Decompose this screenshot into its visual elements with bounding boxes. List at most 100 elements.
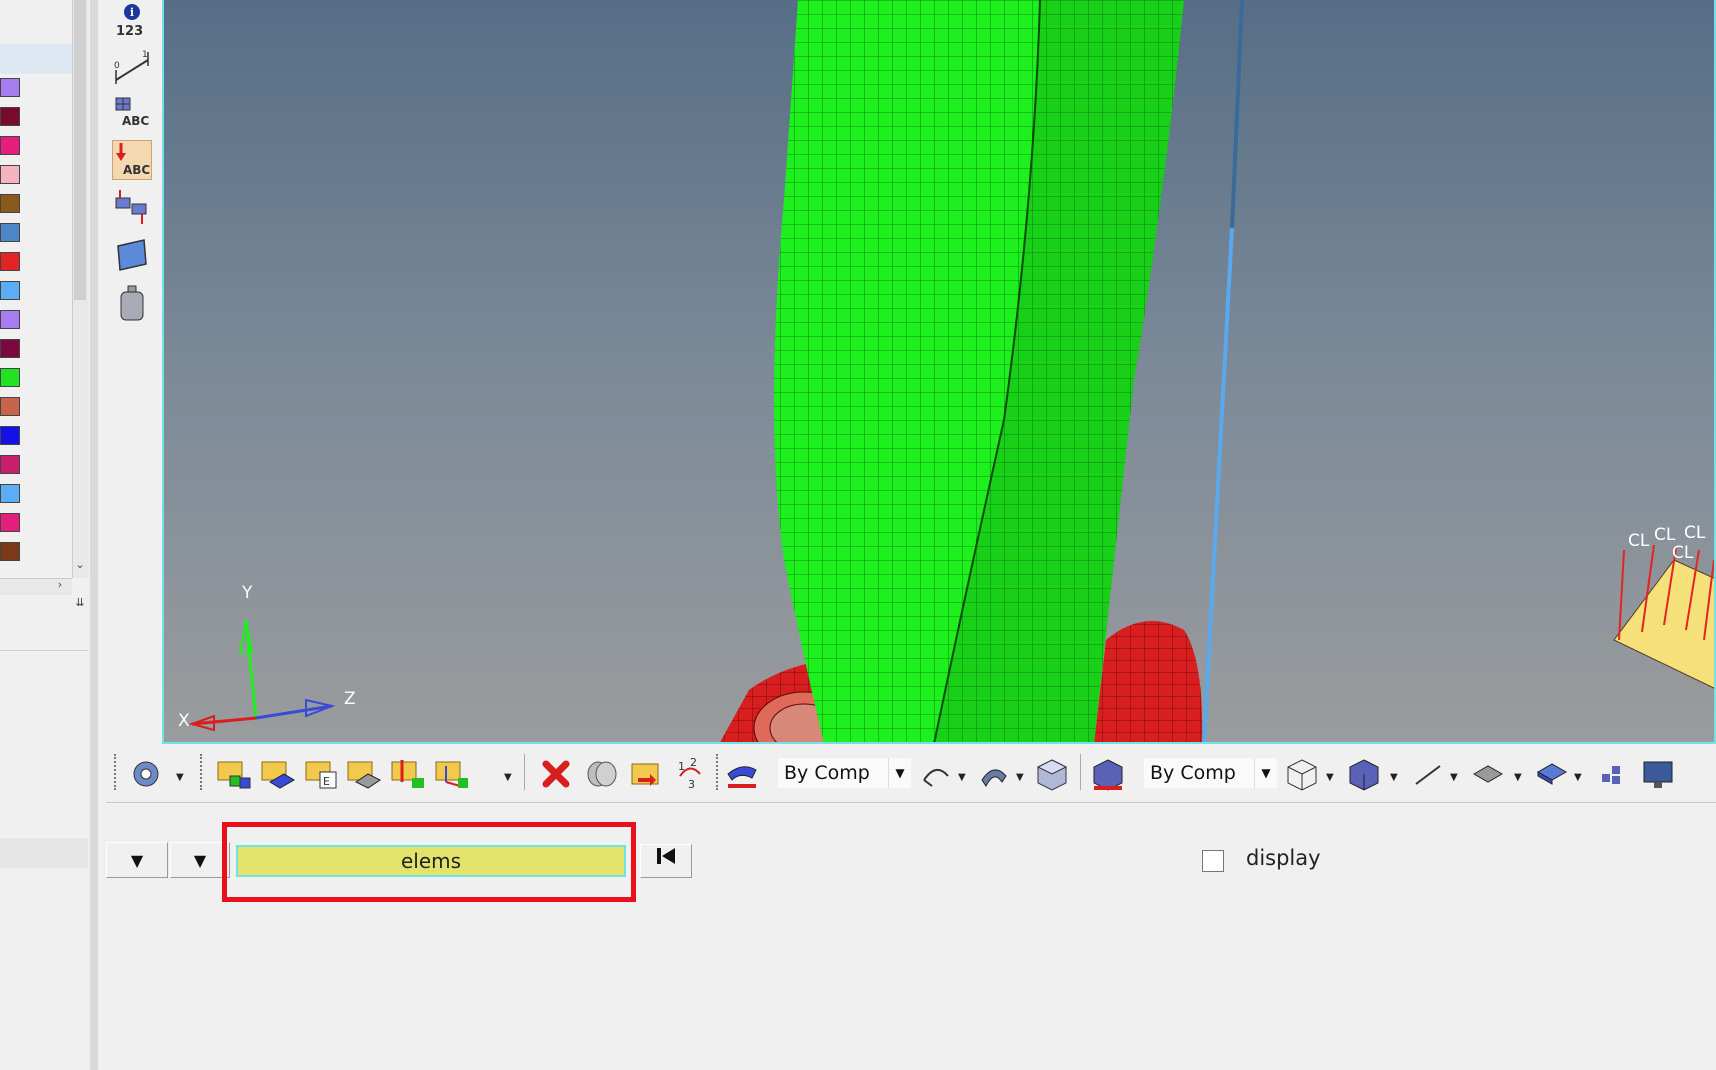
selected-row-highlight[interactable] bbox=[0, 44, 72, 74]
dropdown-arrow-icon[interactable]: ▼ bbox=[888, 758, 911, 788]
dropdown-arrow-icon[interactable]: ▼ bbox=[1326, 772, 1334, 783]
solid-shaded-button[interactable] bbox=[1034, 756, 1070, 792]
gear-icon bbox=[133, 761, 159, 787]
double-chevron-down-icon[interactable]: ⇊ bbox=[72, 596, 88, 612]
component-color-swatch[interactable] bbox=[0, 310, 20, 329]
component-color-swatch[interactable] bbox=[0, 455, 20, 474]
material-folder-button[interactable] bbox=[346, 756, 382, 792]
toolbar-grip[interactable] bbox=[114, 754, 118, 790]
chevron-down-icon[interactable]: ⌄ bbox=[72, 558, 88, 574]
component-color-swatch[interactable] bbox=[0, 252, 20, 271]
abc-label: ABC bbox=[122, 114, 150, 128]
color-mode-icon bbox=[727, 766, 757, 788]
dropdown-arrow-icon[interactable]: ▼ bbox=[958, 772, 966, 783]
toolbar-separator bbox=[1080, 754, 1083, 790]
svg-text:0: 0 bbox=[114, 61, 120, 71]
delete-x-icon bbox=[542, 760, 570, 788]
chevron-right-icon[interactable]: › bbox=[52, 578, 68, 594]
elements-folder-button[interactable] bbox=[260, 756, 296, 792]
folder-elements-icon bbox=[261, 761, 295, 789]
dropdown-arrow-icon[interactable]: ▼ bbox=[504, 772, 512, 783]
constraint-label: CL bbox=[1672, 543, 1694, 563]
measure-icon: 0 1 bbox=[114, 50, 149, 84]
component-folder-button[interactable] bbox=[216, 756, 252, 792]
constraint-label: CL bbox=[1684, 523, 1706, 543]
2d-element-button[interactable] bbox=[1470, 756, 1506, 792]
mesh-color-mode-icon bbox=[1093, 759, 1123, 791]
toolbar-grip[interactable] bbox=[716, 754, 720, 790]
load-transfer-icon bbox=[115, 190, 147, 224]
skip-back-icon bbox=[657, 848, 675, 864]
delete-button[interactable] bbox=[538, 756, 574, 792]
splitter[interactable] bbox=[90, 804, 98, 1070]
label-button[interactable]: ABC bbox=[112, 94, 152, 134]
dropdown-arrow-icon[interactable]: ▼ bbox=[176, 772, 184, 783]
monitor-button[interactable] bbox=[1640, 756, 1676, 792]
rod-dark bbox=[1230, 0, 1244, 229]
folder-material-icon bbox=[347, 761, 381, 789]
entity-type-dropdown[interactable]: ▼ bbox=[170, 842, 230, 878]
element-layout-button[interactable] bbox=[1596, 756, 1632, 792]
info-count-button[interactable]: i 123 bbox=[112, 2, 152, 42]
element-color-mode-icon-button[interactable] bbox=[724, 756, 760, 792]
systems-folder-button[interactable] bbox=[434, 756, 470, 792]
abc-active-label: ABC bbox=[123, 163, 151, 177]
display-options-button[interactable] bbox=[128, 756, 164, 792]
component-color-swatch[interactable] bbox=[0, 165, 20, 184]
measure-button[interactable]: 0 1 bbox=[112, 48, 152, 88]
1d-element-button[interactable] bbox=[1410, 756, 1446, 792]
svg-text:2: 2 bbox=[690, 756, 697, 769]
component-color-swatch[interactable] bbox=[0, 107, 20, 126]
renumber-icon: 1 23 bbox=[678, 756, 701, 791]
component-color-swatch[interactable] bbox=[0, 194, 20, 213]
loadcol-folder-button[interactable] bbox=[390, 756, 426, 792]
component-color-swatch[interactable] bbox=[0, 426, 20, 445]
3d-element-button[interactable] bbox=[1534, 756, 1570, 792]
component-color-swatch[interactable] bbox=[0, 136, 20, 155]
mass-button[interactable] bbox=[112, 284, 152, 324]
component-color-swatch[interactable] bbox=[0, 368, 20, 387]
constraint-label: CL bbox=[1654, 525, 1676, 545]
toolbar-grip[interactable] bbox=[200, 754, 204, 790]
component-color-swatch[interactable] bbox=[0, 281, 20, 300]
component-color-swatch[interactable] bbox=[0, 78, 20, 97]
mesh-color-mode-icon-button[interactable] bbox=[1090, 756, 1126, 792]
wireframe-cube-icon bbox=[1287, 759, 1317, 791]
mask-button[interactable] bbox=[584, 756, 620, 792]
selection-mode-dropdown[interactable]: ▼ bbox=[106, 842, 168, 878]
shaded-mesh-cube-icon bbox=[1349, 759, 1379, 791]
display-checkbox[interactable] bbox=[1202, 850, 1224, 872]
component-color-swatch[interactable] bbox=[0, 223, 20, 242]
surface-button[interactable] bbox=[112, 236, 152, 276]
dropdown-arrow-icon[interactable]: ▼ bbox=[1514, 772, 1522, 783]
properties-folder-button[interactable]: E bbox=[304, 756, 340, 792]
selection-highlight-box bbox=[222, 822, 636, 902]
geometry-shaded-button[interactable] bbox=[976, 756, 1012, 792]
color-mode-select-2[interactable]: By Comp bbox=[1144, 758, 1254, 788]
dropdown-arrow-icon[interactable]: ▼ bbox=[1450, 772, 1458, 783]
svg-text:1: 1 bbox=[142, 50, 148, 60]
cube-icon bbox=[1036, 759, 1068, 791]
shaded-elements-button[interactable] bbox=[1346, 756, 1382, 792]
load-patch: CL CL CL CL bbox=[1613, 523, 1714, 689]
dropdown-arrow-icon[interactable]: ▼ bbox=[1390, 772, 1398, 783]
component-color-swatch[interactable] bbox=[0, 513, 20, 532]
wireframe-elements-button[interactable] bbox=[1284, 756, 1320, 792]
geometry-wire-button[interactable] bbox=[918, 756, 954, 792]
reset-selection-button[interactable] bbox=[640, 844, 692, 878]
color-mode-select-1[interactable]: By Comp bbox=[778, 758, 888, 788]
component-color-swatch[interactable] bbox=[0, 397, 20, 416]
component-color-swatch[interactable] bbox=[0, 339, 20, 358]
component-color-swatch[interactable] bbox=[0, 542, 20, 561]
graphics-viewport[interactable]: CL CL CL CL Y X Z bbox=[162, 0, 1716, 744]
scrollbar-thumb[interactable] bbox=[74, 0, 86, 300]
load-label-button-active[interactable]: ABC bbox=[112, 140, 152, 180]
dropdown-arrow-icon[interactable]: ▼ bbox=[1574, 772, 1582, 783]
dropdown-arrow-icon[interactable]: ▼ bbox=[1254, 758, 1277, 788]
organize-button[interactable] bbox=[628, 756, 664, 792]
dropdown-arrow-icon[interactable]: ▼ bbox=[1016, 772, 1024, 783]
load-transfer-button[interactable] bbox=[112, 188, 152, 228]
folder-components-icon bbox=[217, 761, 251, 789]
component-color-swatch[interactable] bbox=[0, 484, 20, 503]
renumber-button[interactable]: 123 bbox=[672, 756, 708, 792]
